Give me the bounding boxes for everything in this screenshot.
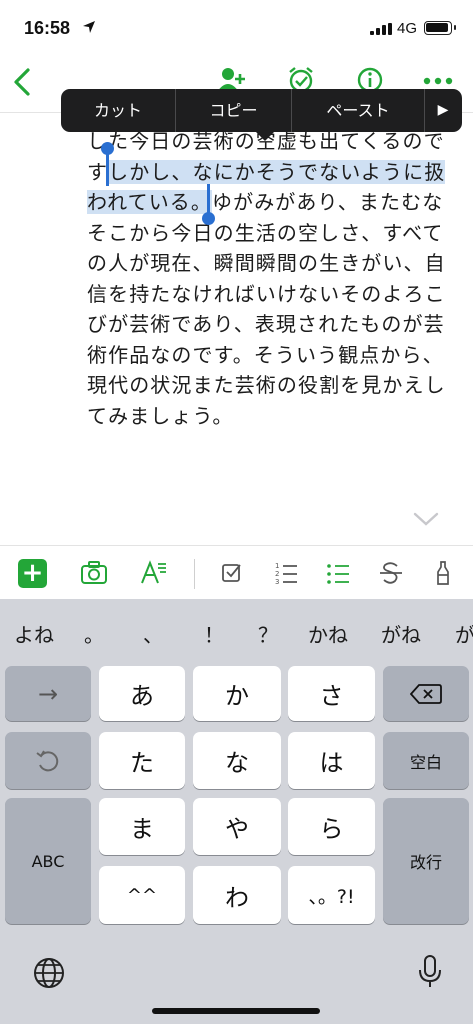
candidate-item[interactable]: ！ <box>204 619 224 648</box>
selected-text: しかし、なにかそうでないように扱 <box>108 159 446 184</box>
more-arrow-button[interactable]: ▶ <box>425 89 461 132</box>
checkbox-icon[interactable] <box>217 558 247 588</box>
svg-text:1: 1 <box>275 562 279 570</box>
dismiss-keyboard-chevron-icon[interactable] <box>412 511 440 527</box>
kana-key-ta[interactable]: た <box>99 732 185 789</box>
network-type: 4G <box>397 20 418 37</box>
highlighter-icon[interactable] <box>428 558 458 588</box>
candidate-item[interactable]: かね <box>308 619 348 648</box>
svg-text:2: 2 <box>275 570 279 578</box>
cursor-right-key[interactable]: → <box>5 666 91 721</box>
candidate-item[interactable]: 。 <box>84 619 104 648</box>
selection-end-handle[interactable] <box>202 212 215 225</box>
back-chevron-icon[interactable] <box>8 64 38 100</box>
camera-icon[interactable] <box>79 558 109 588</box>
status-bar: 16:58 4G <box>0 0 473 58</box>
kana-key-ka[interactable]: か <box>193 666 281 721</box>
emoticon-key[interactable]: ^^ <box>99 866 185 924</box>
kana-key-na[interactable]: な <box>193 732 281 789</box>
return-key[interactable]: 改行 <box>383 798 469 924</box>
microphone-icon[interactable] <box>417 954 443 990</box>
note-line: 現代の状況また芸術の役割を見かえし <box>87 373 446 397</box>
selected-text: われている。 <box>87 190 212 214</box>
kana-key-ra[interactable]: ら <box>288 798 375 855</box>
candidate-item[interactable]: ？ <box>258 619 278 648</box>
more-dots-icon[interactable] <box>422 76 454 86</box>
bullet-list-icon[interactable] <box>323 558 353 588</box>
status-time: 16:58 <box>24 18 71 38</box>
insert-plus-button[interactable]: + <box>18 559 47 588</box>
space-key[interactable]: 空白 <box>383 732 469 789</box>
text-format-icon[interactable] <box>139 558 169 588</box>
note-line: 術作品なのです。そういう観点から、 <box>87 342 444 367</box>
paste-button[interactable]: ペースト <box>292 89 424 132</box>
strikethrough-icon[interactable] <box>376 558 406 588</box>
battery-icon <box>424 21 456 35</box>
kana-key-ya[interactable]: や <box>193 798 281 855</box>
copy-button[interactable]: コピー <box>176 89 291 132</box>
candidate-item[interactable]: よね <box>14 619 54 648</box>
note-text: す <box>87 159 109 184</box>
note-line: てみましょう。 <box>87 403 234 428</box>
selection-start-caret <box>106 152 109 186</box>
numbered-list-icon[interactable]: 123 <box>271 558 301 588</box>
note-line: びが芸術であり、表現されたものが芸 <box>87 312 445 336</box>
kana-key-a[interactable]: あ <box>99 666 185 721</box>
note-line: われている。ゆがみがあり、またむな <box>87 187 447 218</box>
note-line: そこから今日の生活の空しさ、すべて <box>87 220 444 245</box>
punctuation-key[interactable]: 、。?! <box>288 866 375 924</box>
candidate-bar: よね 。 、 ！ ？ かね がね が <box>0 599 473 661</box>
note-line: 信を持たなければいけないそのよろこ <box>87 281 446 306</box>
candidate-item[interactable]: が <box>455 619 473 648</box>
candidate-item[interactable]: 、 <box>143 619 163 648</box>
note-body[interactable]: した今日の芸術の空虚も出てくるので すしかし、なにかそうでないように扱 われてい… <box>87 126 447 431</box>
note-line: の人が現在、瞬間瞬間の生きがい、自 <box>87 251 446 275</box>
context-menu-pointer <box>255 131 275 141</box>
location-arrow-icon <box>83 21 95 33</box>
candidate-item[interactable]: がね <box>381 619 421 648</box>
kana-key-sa[interactable]: さ <box>288 666 375 721</box>
kana-key-wa[interactable]: わ <box>193 866 281 924</box>
cut-button[interactable]: カット <box>61 89 175 132</box>
undo-icon <box>36 749 59 771</box>
kana-key-ma[interactable]: ま <box>99 798 185 855</box>
toolbar-divider <box>194 559 195 589</box>
note-text: ゆがみがあり、またむな <box>212 190 444 214</box>
note-line: すしかし、なにかそうでないように扱 <box>87 157 447 188</box>
kana-key-ha[interactable]: は <box>288 732 375 789</box>
backspace-icon <box>410 683 442 704</box>
svg-text:3: 3 <box>275 578 279 586</box>
abc-mode-key[interactable]: ABC <box>5 798 91 924</box>
delete-key[interactable] <box>383 666 469 721</box>
undo-key[interactable] <box>5 732 91 789</box>
signal-bars-icon <box>370 23 392 35</box>
edit-context-menu: カット コピー ペースト ▶ <box>61 89 462 132</box>
format-toolbar: + 123 <box>0 545 473 599</box>
globe-icon[interactable] <box>32 956 66 990</box>
home-indicator <box>152 1008 320 1014</box>
